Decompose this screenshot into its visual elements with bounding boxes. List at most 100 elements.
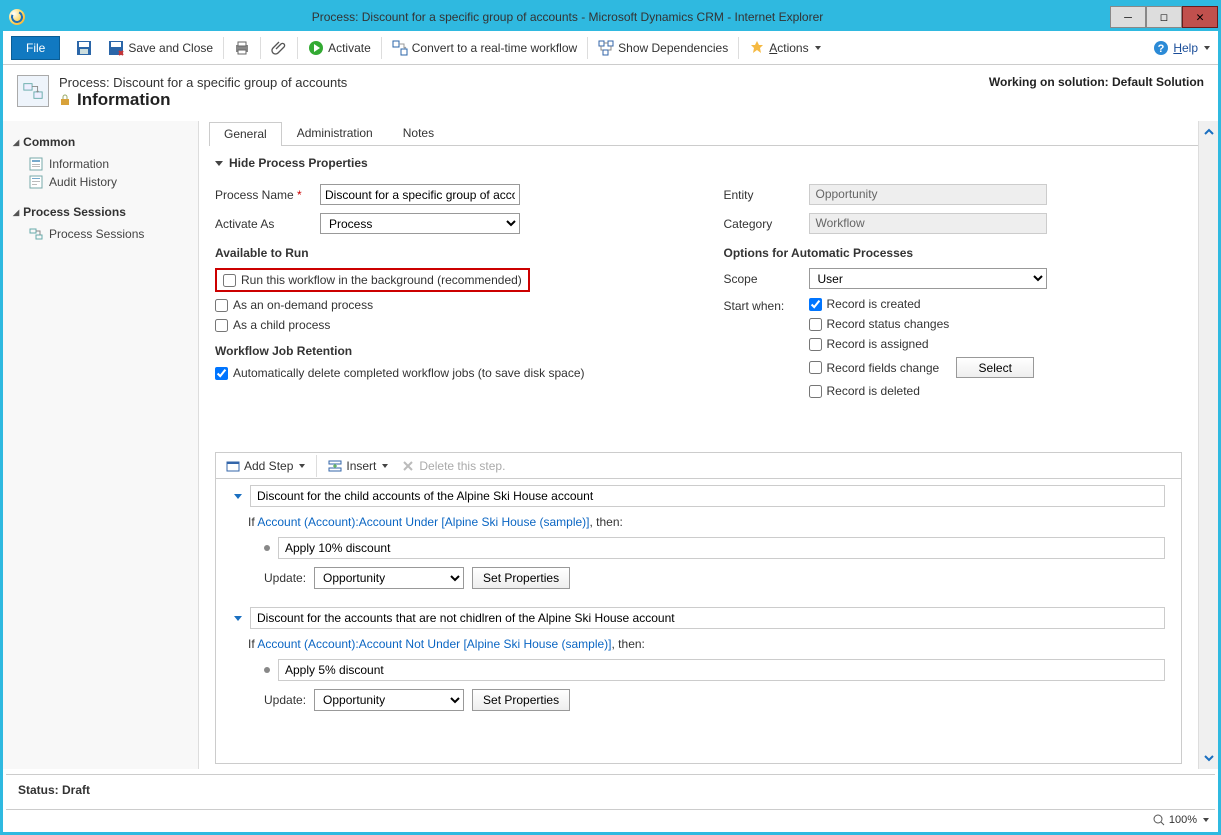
delete-step-button: Delete this step.	[397, 459, 509, 473]
add-step-menu[interactable]: Add Step	[222, 459, 309, 473]
save-icon	[76, 40, 92, 56]
start-when-label: Start when:	[724, 297, 809, 313]
record-fields-label: Record fields change	[827, 361, 940, 375]
actions-menu[interactable]: Actions	[741, 40, 828, 56]
step1-title-input[interactable]	[250, 485, 1165, 507]
nav-audit-history[interactable]: Audit History	[13, 173, 188, 191]
nav-section-common[interactable]: Common	[13, 135, 188, 149]
category-field: Workflow	[809, 213, 1047, 234]
titlebar: Process: Discount for a specific group o…	[3, 3, 1218, 31]
category-label: Category	[724, 217, 809, 231]
close-button[interactable]: ✕	[1182, 6, 1218, 28]
solution-label: Working on solution: Default Solution	[989, 75, 1204, 89]
save-and-close-button[interactable]: Save and Close	[100, 40, 221, 56]
maximize-button[interactable]: ◻	[1146, 6, 1182, 28]
on-demand-checkbox[interactable]	[215, 299, 228, 312]
nav-process-sessions[interactable]: Process Sessions	[13, 225, 188, 243]
file-menu[interactable]: File	[11, 36, 60, 60]
zoom-caret-icon[interactable]	[1203, 818, 1209, 822]
auto-delete-checkbox[interactable]	[215, 367, 228, 380]
expand-icon[interactable]	[234, 616, 242, 621]
scope-label: Scope	[724, 272, 809, 286]
activate-as-select[interactable]: Process	[320, 213, 520, 234]
insert-menu[interactable]: Insert	[324, 459, 392, 473]
record-status-checkbox[interactable]	[809, 318, 822, 331]
step2-action-input[interactable]	[278, 659, 1165, 681]
caret-icon	[1204, 46, 1210, 50]
on-demand-label: As an on-demand process	[233, 298, 373, 312]
record-deleted-checkbox[interactable]	[809, 385, 822, 398]
activate-icon	[308, 40, 324, 56]
add-step-icon	[226, 459, 240, 473]
process-name-input[interactable]	[320, 184, 520, 205]
form-header: Process: Discount for a specific group o…	[3, 65, 1218, 121]
step1-set-properties-button[interactable]: Set Properties	[472, 567, 570, 589]
step1-update-select[interactable]: Opportunity	[314, 567, 464, 589]
hide-process-properties-toggle[interactable]: Hide Process Properties	[215, 156, 1182, 170]
activate-as-label: Activate As	[215, 217, 320, 231]
record-status-label: Record status changes	[827, 317, 950, 331]
record-assigned-label: Record is assigned	[827, 337, 929, 351]
header-supertitle: Process: Discount for a specific group o…	[59, 75, 347, 90]
steps-designer: Add Step Insert Delete this step.	[215, 452, 1182, 764]
step2-condition-link[interactable]: Account (Account):Account Not Under [Alp…	[257, 637, 611, 651]
tab-administration[interactable]: Administration	[282, 121, 388, 145]
run-background-checkbox[interactable]	[223, 274, 236, 287]
bullet-icon	[264, 545, 270, 551]
print-button[interactable]	[226, 40, 258, 56]
zoom-icon[interactable]	[1153, 814, 1165, 826]
scroll-up-icon[interactable]	[1202, 125, 1216, 139]
tab-general[interactable]: General	[209, 122, 282, 146]
ie-icon	[9, 9, 25, 25]
record-assigned-checkbox[interactable]	[809, 338, 822, 351]
save-button[interactable]	[68, 40, 100, 56]
step2-set-properties-button[interactable]: Set Properties	[472, 689, 570, 711]
tab-notes[interactable]: Notes	[388, 121, 449, 145]
nav-information[interactable]: Information	[13, 155, 188, 173]
page-title: Information	[77, 90, 171, 110]
toolbar: File Save and Close Activate Convert to …	[3, 31, 1218, 65]
caret-icon	[815, 46, 821, 50]
entity-label: Entity	[724, 188, 809, 202]
update-label: Update:	[264, 693, 306, 707]
show-dependencies-button[interactable]: Show Dependencies	[590, 40, 736, 56]
step1-condition-link[interactable]: Account (Account):Account Under [Alpine …	[257, 515, 589, 529]
select-fields-button[interactable]: Select	[956, 357, 1034, 378]
available-to-run-label: Available to Run	[215, 246, 674, 260]
auto-delete-label: Automatically delete completed workflow …	[233, 366, 585, 380]
step2-update-select[interactable]: Opportunity	[314, 689, 464, 711]
expand-icon[interactable]	[234, 494, 242, 499]
record-created-checkbox[interactable]	[809, 298, 822, 311]
window-title: Process: Discount for a specific group o…	[25, 10, 1110, 24]
scroll-down-icon[interactable]	[1202, 751, 1216, 765]
entity-field: Opportunity	[809, 184, 1047, 205]
dependencies-icon	[598, 40, 614, 56]
vertical-scrollbar[interactable]	[1198, 121, 1218, 769]
audit-icon	[29, 175, 43, 189]
actions-icon	[749, 40, 765, 56]
record-fields-checkbox[interactable]	[809, 361, 822, 374]
process-icon	[17, 75, 49, 107]
status-bar: Status: Draft	[6, 774, 1215, 810]
nav-section-sessions[interactable]: Process Sessions	[13, 205, 188, 219]
minimize-button[interactable]: —	[1110, 6, 1146, 28]
left-nav: Common Information Audit History Process…	[3, 121, 199, 769]
step1-action-input[interactable]	[278, 537, 1165, 559]
info-icon	[29, 157, 43, 171]
paperclip-icon	[271, 40, 287, 56]
convert-button[interactable]: Convert to a real-time workflow	[384, 40, 585, 56]
lock-icon	[59, 94, 71, 106]
help-menu[interactable]: ? Help	[1153, 40, 1210, 56]
collapse-icon	[215, 161, 223, 166]
insert-icon	[328, 459, 342, 473]
record-created-label: Record is created	[827, 297, 921, 311]
browser-status-bar: 100%	[6, 809, 1215, 829]
activate-button[interactable]: Activate	[300, 40, 379, 56]
bullet-icon	[264, 667, 270, 673]
run-background-label: Run this workflow in the background (rec…	[241, 273, 522, 287]
attach-button[interactable]	[263, 40, 295, 56]
step2-title-input[interactable]	[250, 607, 1165, 629]
scope-select[interactable]: User	[809, 268, 1047, 289]
child-process-checkbox[interactable]	[215, 319, 228, 332]
update-label: Update:	[264, 571, 306, 585]
